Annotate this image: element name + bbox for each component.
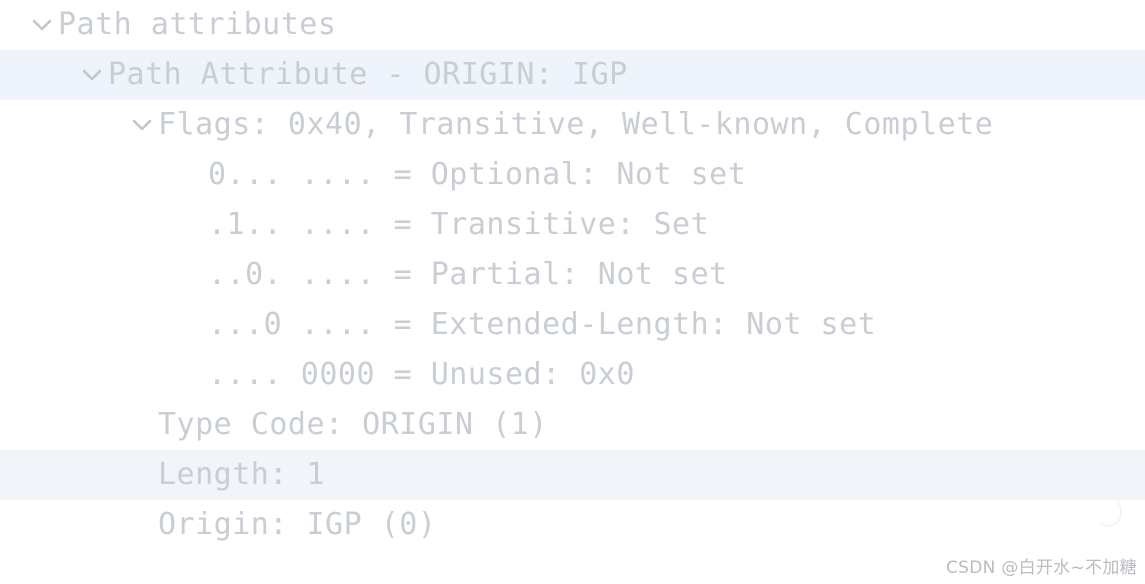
tree-row-content: ...0 .... = Extended-Length: Not set [0, 300, 1145, 350]
watermark-text: CSDN @白开水~不加糖 [945, 558, 1137, 578]
chevron-down-icon[interactable] [128, 100, 158, 150]
tree-node-label: Length: 1 [158, 457, 326, 492]
tree-node-label: .... 0000 = Unused: 0x0 [208, 357, 635, 392]
tree-node-label: ...0 .... = Extended-Length: Not set [208, 307, 877, 342]
tree-node-label: Origin: IGP (0) [158, 507, 437, 542]
tree-row-content: Length: 1 [0, 450, 1145, 500]
tree-node-flag-partial[interactable]: ..0. .... = Partial: Not set [0, 250, 1145, 300]
tree-node-label: .1.. .... = Transitive: Set [208, 207, 710, 242]
chevron-down-icon[interactable] [28, 0, 58, 50]
tree-node-label: Path Attribute - ORIGIN: IGP [108, 57, 628, 92]
tree-node-label: Type Code: ORIGIN (1) [158, 407, 548, 442]
tree-row-content: .... 0000 = Unused: 0x0 [0, 350, 1145, 400]
tree-node-label: ..0. .... = Partial: Not set [208, 257, 728, 292]
tree-node-origin[interactable]: Origin: IGP (0) [0, 500, 1145, 550]
tree-row-content: .1.. .... = Transitive: Set [0, 200, 1145, 250]
tree-node-length[interactable]: Length: 1 [0, 450, 1145, 500]
tree-row-content: Origin: IGP (0) [0, 500, 1145, 550]
chevron-down-icon[interactable] [78, 50, 108, 100]
tree-node-label: Flags: 0x40, Transitive, Well-known, Com… [158, 107, 994, 142]
tree-node-flag-optional[interactable]: 0... .... = Optional: Not set [0, 150, 1145, 200]
tree-node-flag-extended-length[interactable]: ...0 .... = Extended-Length: Not set [0, 300, 1145, 350]
tree-row-content: ..0. .... = Partial: Not set [0, 250, 1145, 300]
tree-node-label: 0... .... = Optional: Not set [208, 157, 747, 192]
packet-details-tree[interactable]: Path attributes Path Attribute - ORIGIN: … [0, 0, 1145, 584]
tree-node-flag-unused[interactable]: .... 0000 = Unused: 0x0 [0, 350, 1145, 400]
tree-row-content: Path attributes [0, 0, 1145, 50]
tree-node-flag-transitive[interactable]: .1.. .... = Transitive: Set [0, 200, 1145, 250]
tree-node-label: Path attributes [58, 7, 337, 42]
tree-row-content: Type Code: ORIGIN (1) [0, 400, 1145, 450]
tree-row-content: Path Attribute - ORIGIN: IGP [0, 50, 1145, 100]
tree-node-path-attribute-origin[interactable]: Path Attribute - ORIGIN: IGP [0, 50, 1145, 100]
tree-node-path-attributes[interactable]: Path attributes [0, 0, 1145, 50]
tree-node-flags[interactable]: Flags: 0x40, Transitive, Well-known, Com… [0, 100, 1145, 150]
tree-row-content: Flags: 0x40, Transitive, Well-known, Com… [0, 100, 1145, 150]
tree-row-content: 0... .... = Optional: Not set [0, 150, 1145, 200]
tree-node-type-code[interactable]: Type Code: ORIGIN (1) [0, 400, 1145, 450]
